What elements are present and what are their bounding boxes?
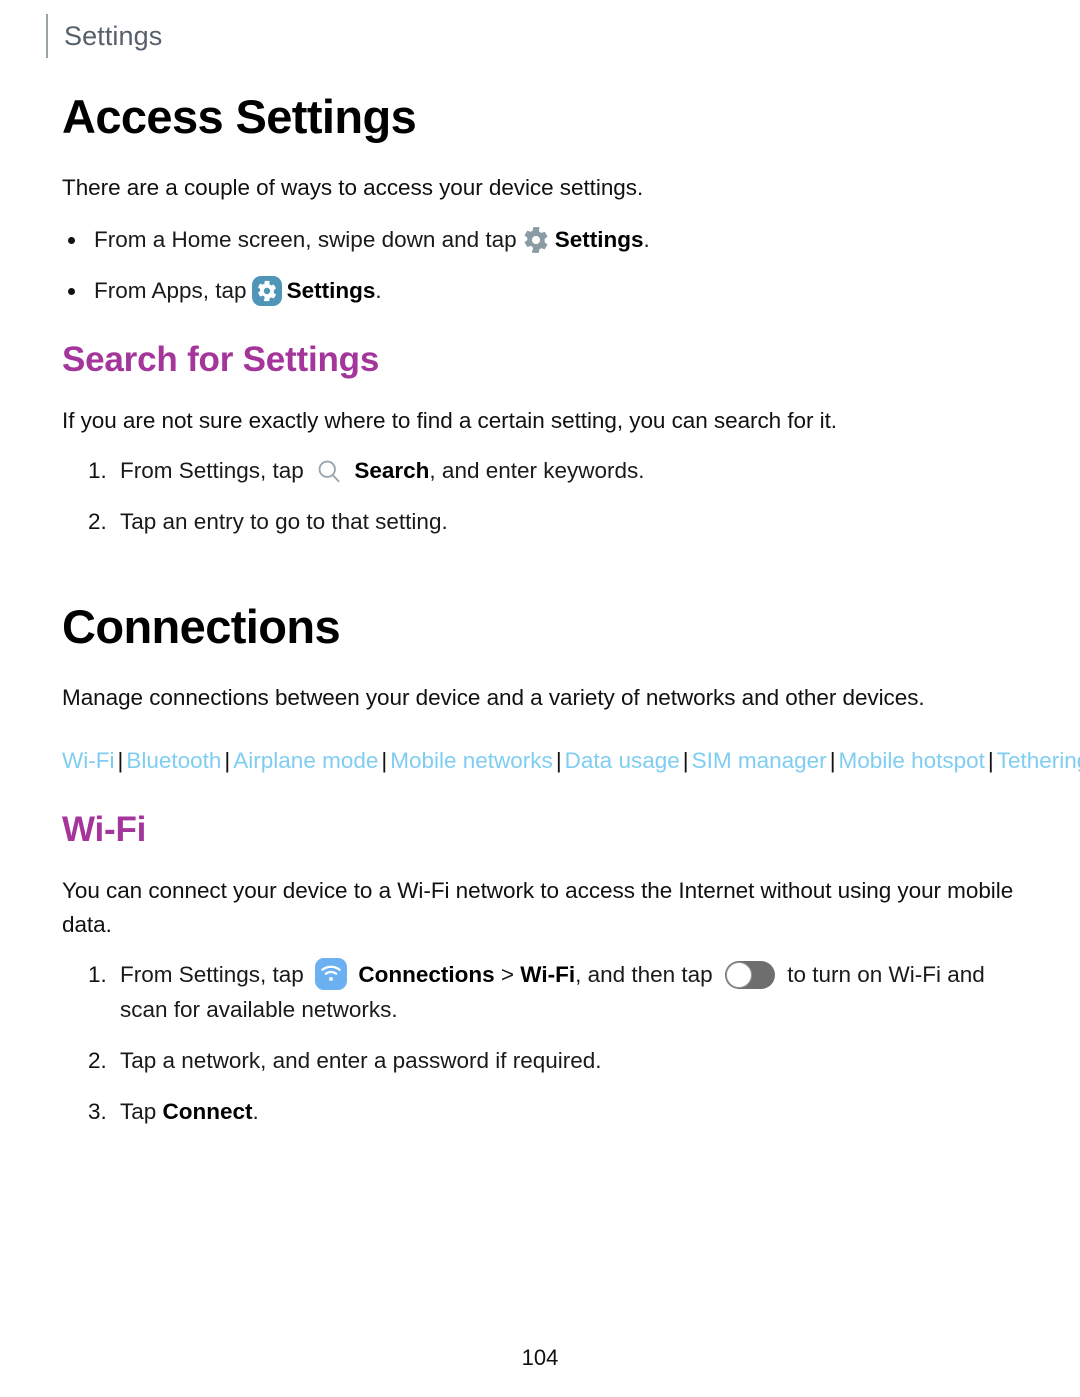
step-text-prefix: Tap xyxy=(120,1098,157,1124)
section-heading-search-for-settings: Search for Settings xyxy=(62,340,380,380)
step-bold-term: Connect xyxy=(162,1098,253,1124)
wifi-intro: You can connect your device to a Wi-Fi n… xyxy=(62,877,1014,938)
link-separator: | xyxy=(117,747,124,773)
step-text-prefix: From Settings, tap xyxy=(120,962,304,988)
step-text-prefix: Tap a network, and enter a password if r… xyxy=(120,1048,602,1074)
list-item: From Settings, tap Connections > Wi-Fi, … xyxy=(62,958,1014,1028)
connections-link[interactable]: Wi-Fi xyxy=(62,748,114,773)
step-text-mid-2: , and then tap xyxy=(575,962,713,988)
bullet-text-suffix: . xyxy=(643,226,650,252)
step-text-suffix: . xyxy=(252,1098,259,1124)
search-icon xyxy=(315,457,343,485)
step-bold-term: Connections xyxy=(358,962,495,988)
step-text-prefix: From Settings, tap xyxy=(120,458,304,484)
connections-link[interactable]: Tethering xyxy=(997,748,1080,773)
access-settings-bullet-list: From a Home screen, swipe down and tap S… xyxy=(62,223,1014,308)
list-item: From Settings, tap Search, and enter key… xyxy=(62,454,1014,489)
list-item: From Apps, tap Settings. xyxy=(62,274,1014,308)
connections-link[interactable]: SIM manager xyxy=(692,748,827,773)
bullet-text-prefix: From Apps, tap xyxy=(94,277,247,303)
section-heading-wifi: Wi-Fi xyxy=(62,810,147,850)
running-header: Settings xyxy=(46,14,162,58)
connections-icon xyxy=(315,958,348,991)
bullet-dot xyxy=(68,236,75,244)
page-title-access-settings: Access Settings xyxy=(62,90,417,143)
bullet-text-prefix: From a Home screen, swipe down and tap xyxy=(94,226,517,252)
settings-app-icon xyxy=(251,275,282,306)
bullet-dot xyxy=(68,287,75,295)
link-separator: | xyxy=(829,747,836,773)
link-separator: | xyxy=(381,747,388,773)
list-item: Tap a network, and enter a password if r… xyxy=(62,1044,1014,1079)
document-page: Settings Access Settings There are a cou… xyxy=(0,0,1080,1397)
search-for-settings-intro: If you are not sure exactly where to fin… xyxy=(62,407,838,433)
link-separator: | xyxy=(555,747,562,773)
toggle-knob xyxy=(725,962,752,989)
step-bold-term: Search xyxy=(354,458,430,484)
bullet-bold-term: Settings xyxy=(286,277,376,303)
wifi-steps: From Settings, tap Connections > Wi-Fi, … xyxy=(62,958,1014,1130)
list-item: Tap an entry to go to that setting. xyxy=(62,505,1014,540)
connections-link-list: Wi-Fi | Bluetooth | Airplane mode | Mobile net… xyxy=(62,745,1080,778)
bullet-bold-term: Settings xyxy=(554,226,644,252)
connections-link[interactable]: Mobile hotspot xyxy=(839,748,985,773)
connections-link[interactable]: Airplane mode xyxy=(233,748,378,773)
step-chevron-separator: > xyxy=(500,962,515,988)
page-content: Access Settings There are a couple of wa… xyxy=(62,90,1080,1146)
connections-link[interactable]: Mobile networks xyxy=(390,748,553,773)
page-title-connections: Connections xyxy=(62,599,341,653)
access-settings-intro: There are a couple of ways to access you… xyxy=(62,174,644,200)
link-separator: | xyxy=(987,747,994,773)
list-item: Tap Connect. xyxy=(62,1095,1014,1130)
step-text-suffix: , and enter keywords. xyxy=(429,458,645,484)
connections-link[interactable]: Bluetooth xyxy=(126,748,221,773)
list-item: From a Home screen, swipe down and tap S… xyxy=(62,223,1014,257)
header-divider-rule xyxy=(46,14,48,58)
gear-icon xyxy=(522,226,550,254)
search-for-settings-steps: From Settings, tap Search, and enter key… xyxy=(62,454,1014,540)
link-separator: | xyxy=(682,747,689,773)
bullet-text-suffix: . xyxy=(375,277,382,303)
step-bold-term-2: Wi-Fi xyxy=(520,962,576,988)
connections-link[interactable]: Data usage xyxy=(565,748,680,773)
page-number: 104 xyxy=(521,1345,559,1370)
link-separator: | xyxy=(224,747,231,773)
running-header-title: Settings xyxy=(64,20,163,51)
wifi-toggle[interactable] xyxy=(724,961,775,990)
step-text-prefix: Tap an entry to go to that setting. xyxy=(120,509,448,534)
connections-intro: Manage connections between your device a… xyxy=(62,684,925,710)
